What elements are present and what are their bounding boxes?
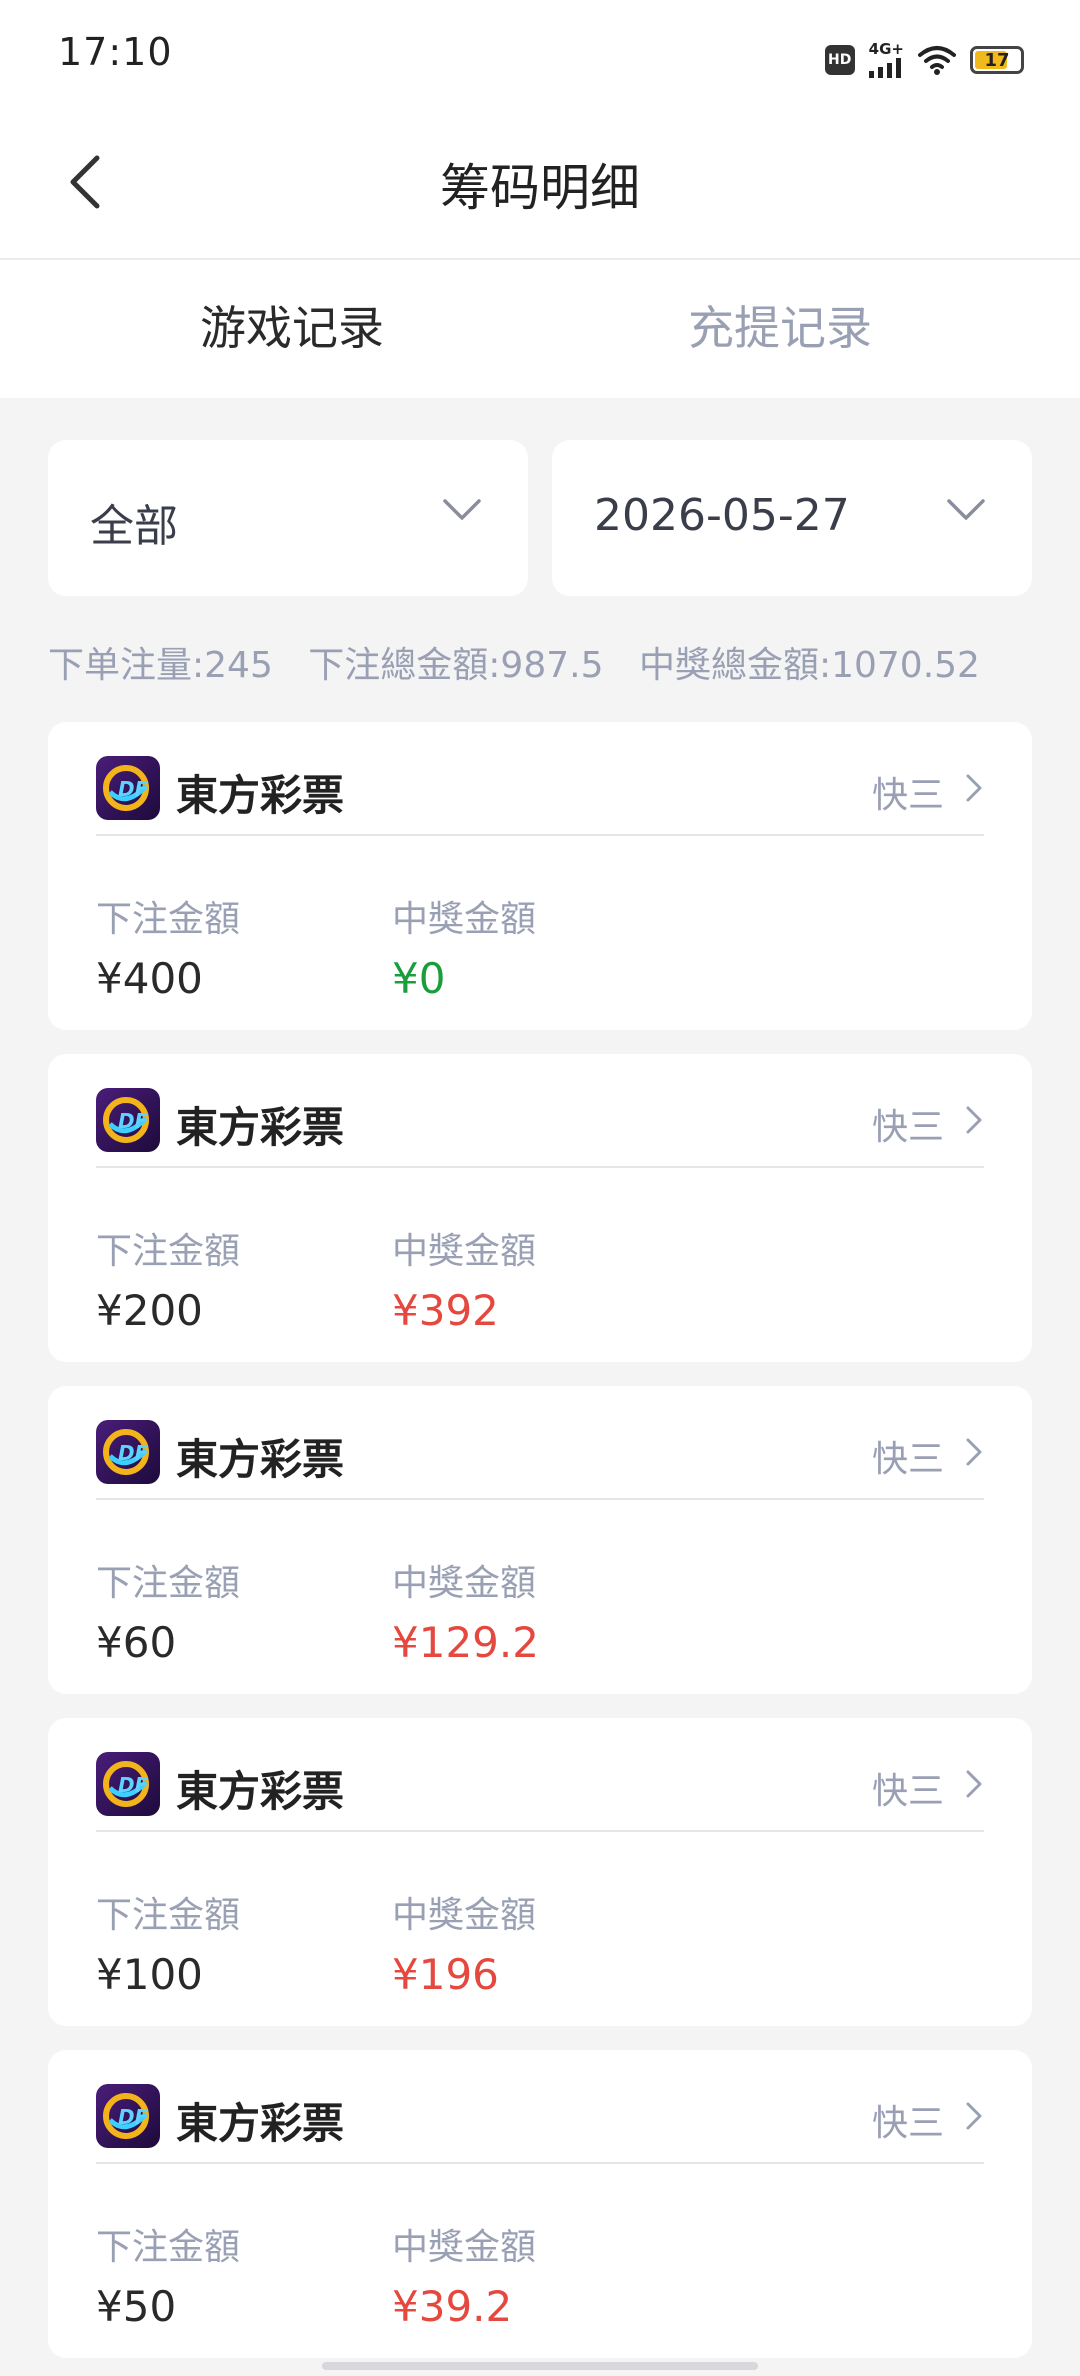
win-amount-label: 中獎金額 <box>392 1231 537 1272</box>
lottery-logo-icon: DF <box>96 1088 160 1152</box>
bet-amount-label: 下注金額 <box>96 2227 241 2268</box>
chevron-down-icon <box>947 499 985 520</box>
category-select[interactable]: 全部 <box>48 440 528 596</box>
bet-amount: ¥60 <box>96 1618 177 1667</box>
divider <box>96 1830 984 1832</box>
bet-amount: ¥100 <box>96 1950 203 1999</box>
game-type: 快三 <box>871 1771 944 1812</box>
lottery-name: 東方彩票 <box>176 2099 345 2148</box>
tab-game-records[interactable]: 游戏记录 <box>200 292 384 358</box>
svg-text:DF: DF <box>118 1441 149 1465</box>
date-value: 2026-05-27 <box>594 490 850 541</box>
bet-amount: ¥200 <box>96 1286 203 1335</box>
lottery-logo-icon: DF <box>96 756 160 820</box>
game-type: 快三 <box>871 1439 944 1480</box>
win-amount: ¥39.2 <box>392 2282 513 2331</box>
tab-bar: 游戏记录 充提记录 <box>0 262 1080 398</box>
status-bar: 17:10 HD 4G+ 17 <box>0 0 1080 110</box>
bet-amount-label: 下注金額 <box>96 1895 241 1936</box>
record-card[interactable]: DF 東方彩票 快三下注金額 中獎金額 ¥100 ¥196 <box>48 1718 1032 2026</box>
status-icons: HD 4G+ 17 <box>824 40 1024 80</box>
network-type: 4G+ <box>868 40 904 58</box>
bet-amount-label: 下注金額 <box>96 1563 241 1604</box>
chevron-right-icon <box>966 1770 982 1798</box>
bet-amount-label: 下注金額 <box>96 1231 241 1272</box>
win-amount-label: 中獎金額 <box>392 1563 537 1604</box>
divider <box>96 1166 984 1168</box>
bet-amount-label: 下注金額 <box>96 899 241 940</box>
win-amount: ¥392 <box>392 1286 499 1335</box>
game-type: 快三 <box>871 1107 944 1148</box>
lottery-name: 東方彩票 <box>176 1435 345 1484</box>
game-type: 快三 <box>871 775 944 816</box>
date-select[interactable]: 2026-05-27 <box>552 440 1032 596</box>
bet-amount: ¥400 <box>96 954 203 1003</box>
record-card[interactable]: DF 東方彩票 快三下注金額 中獎金額 ¥200 ¥392 <box>48 1054 1032 1362</box>
svg-text:DF: DF <box>118 2105 149 2129</box>
chevron-right-icon <box>966 2102 982 2130</box>
hd-badge: HD <box>824 45 855 75</box>
nav-bar: 筹码明细 <box>0 110 1080 260</box>
divider <box>96 2162 984 2164</box>
status-time: 17:10 <box>58 30 173 74</box>
chevron-right-icon <box>966 1438 982 1466</box>
svg-text:DF: DF <box>118 777 149 801</box>
summary-line: 下单注量:245 下注總金額:987.5 中獎總金額:1070.52 <box>48 636 1004 688</box>
win-amount: ¥129.2 <box>392 1618 539 1667</box>
lottery-name: 東方彩票 <box>176 1767 345 1816</box>
lottery-logo-icon: DF <box>96 1420 160 1484</box>
battery-level: 17 <box>984 49 1010 71</box>
record-card[interactable]: DF 東方彩票 快三下注金額 中獎金額 ¥50 ¥39.2 <box>48 2050 1032 2358</box>
battery-icon: 17 <box>970 46 1024 74</box>
divider <box>96 1498 984 1500</box>
svg-text:DF: DF <box>118 1109 149 1133</box>
win-amount-label: 中獎金額 <box>392 1895 537 1936</box>
win-amount: ¥0 <box>392 954 446 1003</box>
bet-amount: ¥50 <box>96 2282 177 2331</box>
chevron-right-icon <box>966 774 982 802</box>
lottery-name: 東方彩票 <box>176 771 345 820</box>
category-value: 全部 <box>90 501 178 552</box>
record-card[interactable]: DF 東方彩票 快三下注金額 中獎金額 ¥400 ¥0 <box>48 722 1032 1030</box>
lottery-name: 東方彩票 <box>176 1103 345 1152</box>
page-title: 筹码明细 <box>440 159 640 217</box>
svg-text:DF: DF <box>118 1773 149 1797</box>
record-card[interactable]: DF 東方彩票 快三下注金額 中獎金額 ¥60 ¥129.2 <box>48 1386 1032 1694</box>
wifi-icon <box>918 46 956 75</box>
win-total: 中獎總金額:1070.52 <box>638 645 980 686</box>
order-count: 下单注量:245 <box>48 645 273 686</box>
win-amount: ¥196 <box>392 1950 499 1999</box>
game-type: 快三 <box>871 2103 944 2144</box>
signal-icon: 4G+ <box>868 40 904 78</box>
chevron-right-icon <box>966 1106 982 1134</box>
win-amount-label: 中獎金額 <box>392 2227 537 2268</box>
lottery-logo-icon: DF <box>96 2084 160 2148</box>
divider <box>96 834 984 836</box>
chevron-down-icon <box>443 499 481 520</box>
tab-deposit-withdraw-records[interactable]: 充提记录 <box>688 292 872 358</box>
home-indicator <box>322 2362 758 2370</box>
bet-total: 下注總金額:987.5 <box>308 645 604 686</box>
lottery-logo-icon: DF <box>96 1752 160 1816</box>
win-amount-label: 中獎金額 <box>392 899 537 940</box>
